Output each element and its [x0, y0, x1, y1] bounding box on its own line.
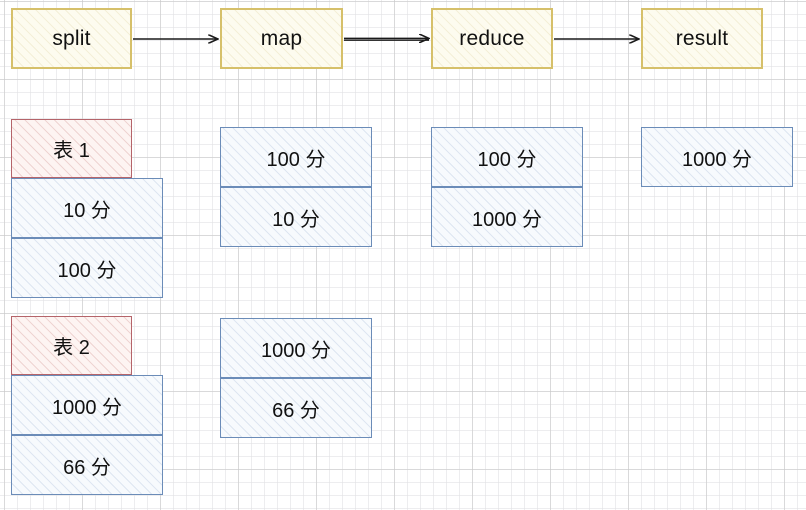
table-1-row-2-label: 100 分: [57, 259, 117, 282]
stage-box-reduce[interactable]: reduce: [431, 8, 553, 69]
map-output-1-row-1-label: 100 分: [266, 148, 326, 171]
table-header-label-1: 表 1: [53, 140, 90, 162]
reduce-output-1-row-1-label: 100 分: [477, 148, 537, 171]
reduce-output-1-row-2-label: 1000 分: [471, 208, 543, 231]
stage-box-split[interactable]: split: [11, 8, 132, 69]
stage-box-result[interactable]: result: [641, 8, 763, 69]
diagram-canvas: split map reduce result 表 1 10 分 100 分 表…: [0, 0, 806, 510]
map-output-1-row-2[interactable]: 10 分: [220, 187, 372, 247]
map-output-2-row-2-label: 66 分: [272, 399, 320, 422]
map-output-2-row-2[interactable]: 66 分: [220, 378, 372, 438]
table-2-row-1-label: 1000 分: [51, 396, 123, 419]
map-output-2-row-1-label: 1000 分: [260, 339, 332, 362]
map-output-1-row-1[interactable]: 100 分: [220, 127, 372, 187]
table-header-label-2: 表 2: [53, 337, 90, 359]
stage-label-map: map: [260, 26, 303, 50]
table-1-row-1[interactable]: 10 分: [11, 178, 163, 238]
stage-box-map[interactable]: map: [220, 8, 343, 69]
table-header-2[interactable]: 表 2: [11, 316, 132, 375]
table-2-row-2-label: 66 分: [63, 456, 111, 479]
reduce-output-1-row-1[interactable]: 100 分: [431, 127, 583, 187]
table-1-row-2[interactable]: 100 分: [11, 238, 163, 298]
map-output-1-row-2-label: 10 分: [272, 208, 320, 231]
table-2-row-1[interactable]: 1000 分: [11, 375, 163, 435]
stage-label-reduce: reduce: [459, 26, 525, 50]
result-output-1-row-1-label: 1000 分: [681, 148, 753, 171]
result-output-1-row-1[interactable]: 1000 分: [641, 127, 793, 187]
table-2-row-2[interactable]: 66 分: [11, 435, 163, 495]
map-output-2-row-1[interactable]: 1000 分: [220, 318, 372, 378]
stage-label-result: result: [675, 26, 729, 50]
reduce-output-1-row-2[interactable]: 1000 分: [431, 187, 583, 247]
table-header-1[interactable]: 表 1: [11, 119, 132, 178]
table-1-row-1-label: 10 分: [63, 199, 111, 222]
stage-label-split: split: [52, 26, 91, 50]
